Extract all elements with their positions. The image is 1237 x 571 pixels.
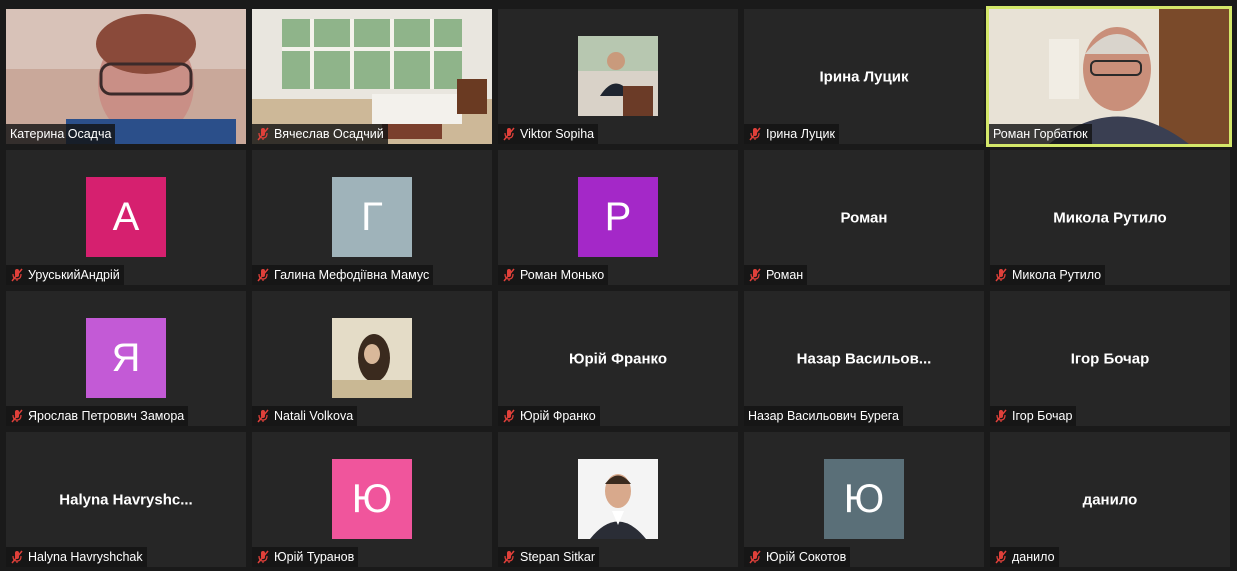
participant-tile[interactable]: Viktor Sopiha — [498, 9, 738, 144]
participant-tile[interactable]: Катерина Осадча — [6, 9, 246, 144]
participant-tile[interactable]: Stepan Sitkar — [498, 432, 738, 567]
participant-name-label: Юрій Франко — [498, 406, 600, 426]
muted-mic-icon — [257, 409, 269, 423]
participant-name-label: Viktor Sopiha — [498, 124, 599, 144]
participant-name-label: Микола Рутило — [990, 265, 1106, 285]
profile-photo — [578, 36, 658, 116]
participant-name-label: Ірина Луцик — [744, 124, 839, 144]
participant-tile[interactable]: Роман Роман — [744, 150, 984, 285]
participant-name-label: Вячеслав Осадчий — [252, 124, 388, 144]
participant-display-name: Юрій Франко — [568, 350, 668, 367]
avatar-initial: Ю — [332, 459, 412, 539]
participant-tile[interactable]: Г Галина Мефодіївна Мамус — [252, 150, 492, 285]
participant-name-label: Halyna Havryshchak — [6, 547, 147, 567]
participant-name-label: Роман Монько — [498, 265, 609, 285]
muted-mic-icon — [995, 268, 1007, 282]
participant-display-name: Ігор Бочар — [1070, 350, 1150, 367]
participant-name-label: Галина Мефодіївна Мамус — [252, 265, 434, 285]
participant-tile[interactable]: Р Роман Монько — [498, 150, 738, 285]
muted-mic-icon — [257, 268, 269, 282]
muted-mic-icon — [749, 268, 761, 282]
participant-display-name: Микола Рутило — [1053, 209, 1167, 226]
muted-mic-icon — [749, 127, 761, 141]
participant-name-label: Natali Volkova — [252, 406, 358, 426]
participant-display-name: Роман — [840, 209, 888, 226]
participant-name-label: Роман Горбатюк — [989, 124, 1092, 144]
participant-tile[interactable]: данило данило — [990, 432, 1230, 567]
participant-display-name: Halyna Havryshc... — [59, 491, 193, 508]
muted-mic-icon — [11, 409, 23, 423]
avatar-initial: Я — [86, 318, 166, 398]
active-speaker-tile[interactable]: Роман Горбатюк — [986, 6, 1232, 147]
participant-tile[interactable]: Ю Юрій Туранов — [252, 432, 492, 567]
profile-photo — [578, 459, 658, 539]
avatar-initial: Р — [578, 177, 658, 257]
muted-mic-icon — [503, 409, 515, 423]
participant-name-label: данило — [990, 547, 1059, 567]
muted-mic-icon — [749, 550, 761, 564]
muted-mic-icon — [995, 550, 1007, 564]
muted-mic-icon — [503, 550, 515, 564]
participant-tile[interactable]: Ірина Луцик Ірина Луцик — [744, 9, 984, 144]
participant-tile[interactable]: А УруськийАндрій — [6, 150, 246, 285]
participant-tile[interactable]: Natali Volkova — [252, 291, 492, 426]
participant-tile[interactable]: Микола Рутило Микола Рутило — [990, 150, 1230, 285]
profile-photo — [332, 318, 412, 398]
participant-display-name: Ірина Луцик — [819, 68, 909, 85]
participant-name-label: Ярослав Петрович Замора — [6, 406, 189, 426]
muted-mic-icon — [257, 127, 269, 141]
muted-mic-icon — [995, 409, 1007, 423]
participant-tile[interactable]: Ю Юрій Сокотов — [744, 432, 984, 567]
avatar-initial: Г — [332, 177, 412, 257]
participant-tile[interactable]: Ігор Бочар Ігор Бочар — [990, 291, 1230, 426]
participant-display-name: данило — [1082, 491, 1138, 508]
participant-name-label: Роман — [744, 265, 808, 285]
participant-name-label: Stepan Sitkar — [498, 547, 600, 567]
participant-name-label: Юрій Туранов — [252, 547, 359, 567]
participant-name-label: Катерина Осадча — [6, 124, 116, 144]
participant-tile[interactable]: Юрій Франко Юрій Франко — [498, 291, 738, 426]
avatar-initial: Ю — [824, 459, 904, 539]
participant-display-name: Назар Васильов... — [796, 350, 932, 367]
participant-name-label: Юрій Сокотов — [744, 547, 851, 567]
muted-mic-icon — [503, 268, 515, 282]
muted-mic-icon — [503, 127, 515, 141]
participant-tile[interactable]: Halyna Havryshc... Halyna Havryshchak — [6, 432, 246, 567]
participant-name-label: Назар Васильович Бурега — [744, 406, 904, 426]
participant-tile[interactable]: Вячеслав Осадчий — [252, 9, 492, 144]
participant-tile[interactable]: Я Ярослав Петрович Замора — [6, 291, 246, 426]
muted-mic-icon — [11, 268, 23, 282]
participant-tile[interactable]: Назар Васильов... Назар Васильович Бурег… — [744, 291, 984, 426]
muted-mic-icon — [11, 550, 23, 564]
participant-name-label: УруськийАндрій — [6, 265, 124, 285]
participant-grid: Катерина Осадча Вячеслав Осадчий Viktor … — [0, 0, 1237, 571]
muted-mic-icon — [257, 550, 269, 564]
avatar-initial: А — [86, 177, 166, 257]
participant-name-label: Ігор Бочар — [990, 406, 1077, 426]
